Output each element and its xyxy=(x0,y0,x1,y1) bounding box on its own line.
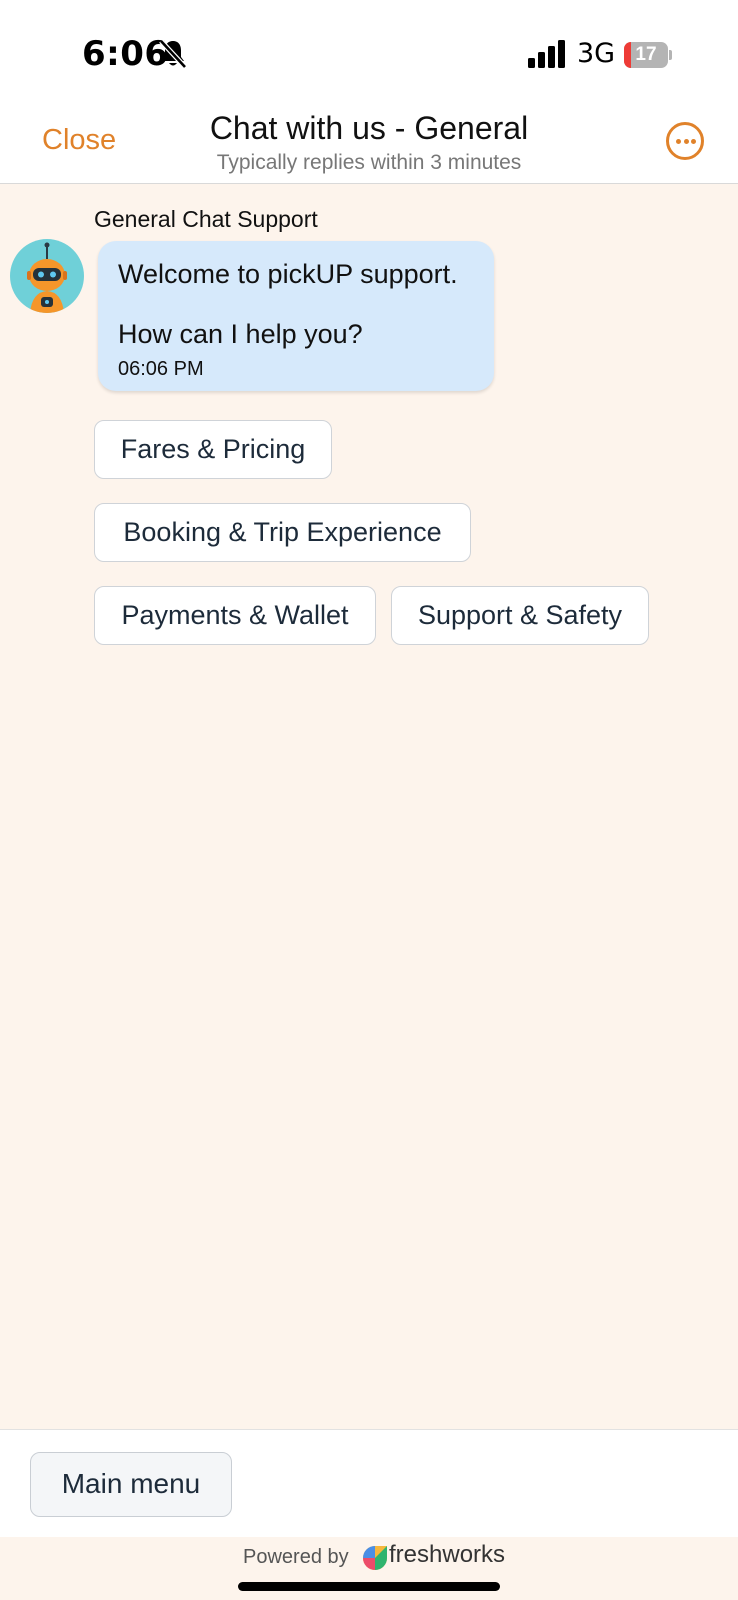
message-bubble: Welcome to pickUP support. How can I hel… xyxy=(98,241,494,391)
quick-reply-fares-pricing[interactable]: Fares & Pricing xyxy=(94,420,332,479)
signal-icon xyxy=(528,40,565,68)
more-options-icon[interactable] xyxy=(666,122,704,160)
chat-area[interactable]: General Chat Support Welcome to pickUP s… xyxy=(0,184,738,1429)
home-indicator[interactable] xyxy=(238,1582,500,1591)
chat-header: Close Chat with us - General Typically r… xyxy=(0,100,738,184)
network-label: 3G xyxy=(577,38,616,69)
freshworks-logo-icon xyxy=(363,1546,387,1570)
message-text: Welcome to pickUP support. xyxy=(118,259,458,289)
bell-slash-icon xyxy=(159,39,187,69)
quick-reply-payments-wallet[interactable]: Payments & Wallet xyxy=(94,586,376,645)
quick-reply-support-safety[interactable]: Support & Safety xyxy=(391,586,649,645)
main-menu-button[interactable]: Main menu xyxy=(30,1452,232,1517)
status-time: 6:06 xyxy=(82,34,169,74)
freshworks-brand: freshworks xyxy=(389,1541,506,1568)
reply-time-subtitle: Typically replies within 3 minutes xyxy=(216,151,522,174)
page-title: Chat with us - General xyxy=(209,110,529,146)
status-bar: 6:06 3G 17 xyxy=(0,0,738,100)
message-text: How can I help you? xyxy=(118,319,363,349)
sender-name: General Chat Support xyxy=(94,206,318,232)
battery-icon: 17 xyxy=(624,42,672,68)
quick-reply-booking-trip[interactable]: Booking & Trip Experience xyxy=(94,503,471,562)
chat-footer: Main menu xyxy=(0,1429,738,1537)
powered-by-label: Powered by xyxy=(243,1546,349,1568)
message-timestamp: 06:06 PM xyxy=(118,358,204,380)
battery-level: 17 xyxy=(635,44,657,65)
robot-avatar-icon xyxy=(10,239,84,313)
